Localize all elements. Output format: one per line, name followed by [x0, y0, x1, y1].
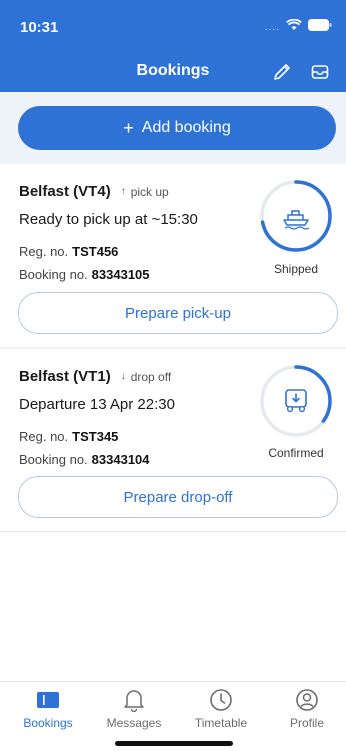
nav-label: Profile — [289, 716, 324, 730]
plus-icon: + — [123, 118, 134, 138]
status-icons: .... — [265, 18, 332, 36]
reg-number: Reg. no. TST456 — [19, 244, 118, 259]
direction-label: pick up — [130, 184, 169, 199]
arrow-down-icon: ↓ — [120, 371, 126, 382]
reg-value: TST345 — [72, 429, 119, 444]
nav-messages[interactable]: Messages — [91, 688, 177, 730]
nav-label: Messages — [106, 716, 162, 730]
booking-number-label: Booking no. — [19, 452, 88, 467]
direction: ↓ drop off — [121, 370, 171, 384]
booking-number-label: Booking no. — [19, 267, 88, 282]
inbox-button[interactable] — [308, 60, 332, 84]
booking-number: Booking no. 83343104 — [19, 452, 150, 467]
user-icon — [264, 688, 346, 712]
booking-number-value: 83343105 — [91, 267, 150, 282]
route-name: Belfast (VT4) — [19, 183, 111, 200]
prepare-dropoff-button[interactable]: Prepare drop-off — [18, 476, 338, 518]
nav-label: Timetable — [194, 716, 248, 730]
nav-label: Bookings — [23, 716, 73, 730]
battery-icon — [308, 18, 332, 36]
booking-number-value: 83343104 — [91, 452, 150, 467]
reg-number: Reg. no. TST345 — [19, 429, 118, 444]
clock-icon — [178, 688, 264, 712]
direction-label: drop off — [130, 369, 172, 384]
reg-label: Reg. no. — [19, 244, 69, 259]
add-booking-area: + Add booking — [0, 92, 346, 164]
wifi-icon — [286, 18, 302, 36]
status-time: 10:31 — [20, 19, 59, 36]
booking-card[interactable]: Belfast (VT4) ↑ pick up Ready to pick up… — [0, 164, 346, 349]
nav-profile[interactable]: Profile — [264, 688, 346, 730]
booking-card[interactable]: Belfast (VT1) ↓ drop off Departure 13 Ap… — [0, 349, 346, 532]
add-booking-button[interactable]: + Add booking — [18, 106, 336, 150]
arrow-up-icon: ↑ — [120, 186, 126, 197]
nav-timetable[interactable]: Timetable — [178, 688, 264, 730]
reg-label: Reg. no. — [19, 429, 69, 444]
home-indicator — [115, 741, 233, 746]
status-badge: Confirmed — [268, 446, 324, 460]
truck-download-icon — [285, 389, 307, 413]
booking-route-row: Belfast (VT4) ↑ pick up — [19, 183, 169, 200]
ticket-icon — [5, 688, 91, 712]
booking-route-row: Belfast (VT1) ↓ drop off — [19, 368, 171, 385]
prepare-pickup-button[interactable]: Prepare pick-up — [18, 292, 338, 334]
nav-bookings[interactable]: Bookings — [5, 688, 91, 730]
inbox-icon — [311, 65, 329, 79]
edit-button[interactable] — [270, 60, 294, 84]
page-title: Bookings — [136, 62, 210, 79]
direction: ↑ pick up — [121, 185, 169, 199]
bell-icon — [91, 688, 177, 712]
reg-value: TST456 — [72, 244, 119, 259]
booking-status-line: Ready to pick up at ~15:30 — [19, 211, 198, 228]
status-progress-ring — [260, 365, 332, 437]
route-name: Belfast (VT1) — [19, 368, 111, 385]
booking-number: Booking no. 83343105 — [19, 267, 150, 282]
booking-status-line: Departure 13 Apr 22:30 — [19, 396, 175, 413]
status-progress-ring — [260, 180, 332, 252]
add-booking-label: Add booking — [141, 119, 231, 136]
app-header: 10:31 .... Bookings — [0, 0, 346, 92]
ship-icon — [283, 210, 310, 230]
signal-dots: .... — [264, 21, 280, 33]
pencil-icon — [274, 64, 290, 80]
status-badge: Shipped — [273, 262, 319, 276]
